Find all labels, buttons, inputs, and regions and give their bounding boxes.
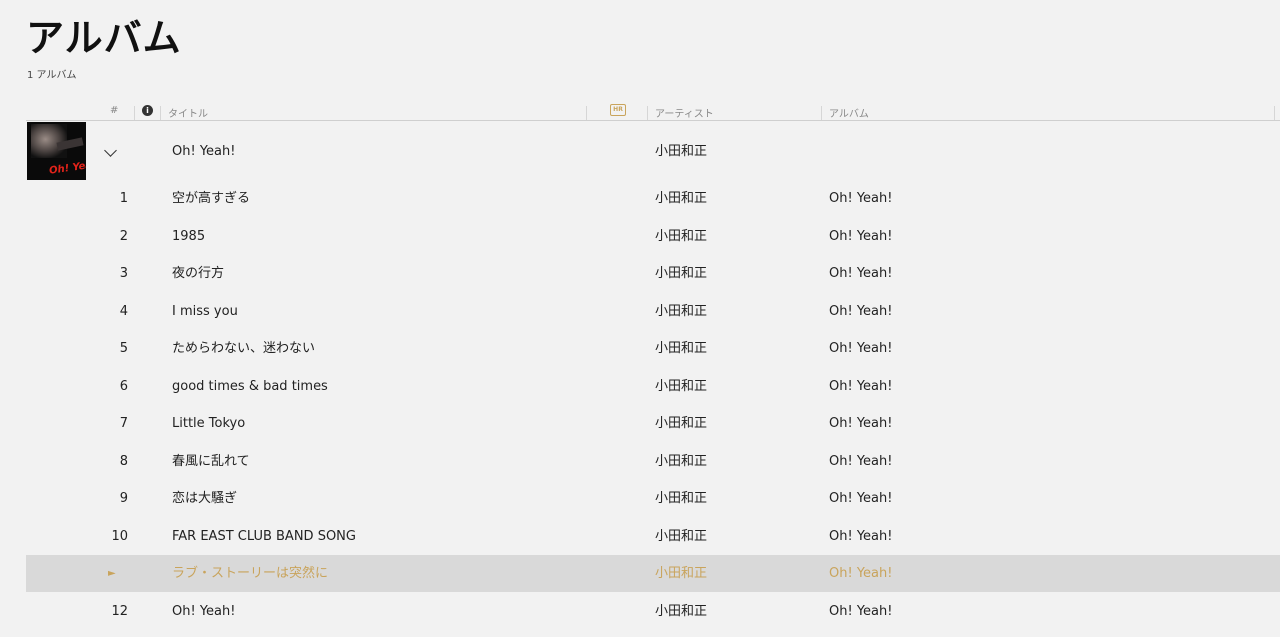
track-artist: 小田和正 [655, 491, 708, 506]
track-number: 7 [119, 416, 128, 431]
table-row[interactable]: 3 夜の行方 小田和正 Oh! Yeah! [26, 255, 1280, 292]
column-divider[interactable] [160, 106, 161, 120]
track-number: 5 [119, 341, 128, 356]
track-album: Oh! Yeah! [829, 341, 893, 356]
track-artist: 小田和正 [655, 604, 708, 619]
chevron-down-icon[interactable] [104, 144, 117, 157]
track-album: Oh! Yeah! [829, 304, 893, 319]
table-row[interactable]: 1 空が高すぎる 小田和正 Oh! Yeah! [26, 180, 1280, 217]
track-artist: 小田和正 [655, 229, 708, 244]
track-album: Oh! Yeah! [829, 454, 893, 469]
track-number: 3 [119, 266, 128, 281]
track-album: Oh! Yeah! [829, 379, 893, 394]
track-title: 恋は大騒ぎ [172, 491, 238, 506]
track-album: Oh! Yeah! [829, 491, 893, 506]
track-artist: 小田和正 [655, 416, 708, 431]
column-divider[interactable] [821, 106, 822, 120]
track-album: Oh! Yeah! [829, 416, 893, 431]
column-divider[interactable] [134, 106, 135, 120]
play-indicator-icon: ► [108, 568, 116, 579]
track-number: 9 [119, 491, 128, 506]
table-row[interactable]: 5 ためらわない、迷わない 小田和正 Oh! Yeah! [26, 330, 1280, 367]
track-title: 空が高すぎる [172, 191, 251, 206]
table-row[interactable]: 10 FAR EAST CLUB BAND SONG 小田和正 Oh! Yeah! [26, 518, 1280, 555]
track-artist: 小田和正 [655, 529, 708, 544]
column-divider[interactable] [1274, 106, 1275, 120]
column-divider[interactable] [586, 106, 587, 120]
column-divider[interactable] [647, 106, 648, 120]
track-title: I miss you [172, 304, 238, 319]
track-number: 6 [119, 379, 128, 394]
track-album: Oh! Yeah! [829, 229, 893, 244]
table-row[interactable]: 4 I miss you 小田和正 Oh! Yeah! [26, 293, 1280, 330]
track-artist: 小田和正 [655, 304, 708, 319]
track-title: 夜の行方 [172, 266, 225, 281]
column-header-artist[interactable]: アーティスト [655, 105, 714, 120]
album-count: 1 アルバム [27, 70, 77, 81]
track-title: ためらわない、迷わない [172, 341, 316, 356]
track-album: Oh! Yeah! [829, 266, 893, 281]
track-artist: 小田和正 [655, 191, 708, 206]
page-title: アルバム [26, 16, 182, 60]
info-icon[interactable]: i [142, 105, 153, 116]
track-artist: 小田和正 [655, 566, 708, 581]
track-number: 4 [119, 304, 128, 319]
track-number: 12 [111, 604, 128, 619]
table-row-now-playing[interactable]: ► ラブ・ストーリーは突然に 小田和正 Oh! Yeah! [26, 555, 1280, 592]
table-row[interactable]: 7 Little Tokyo 小田和正 Oh! Yeah! [26, 405, 1280, 442]
track-title: good times & bad times [172, 379, 328, 394]
track-artist: 小田和正 [655, 379, 708, 394]
track-title: Oh! Yeah! [172, 604, 236, 619]
album-group-title: Oh! Yeah! [172, 144, 236, 159]
table-row[interactable]: 6 good times & bad times 小田和正 Oh! Yeah! [26, 368, 1280, 405]
track-title: FAR EAST CLUB BAND SONG [172, 529, 356, 544]
track-title: 1985 [172, 229, 206, 244]
track-number: 2 [119, 229, 128, 244]
track-album: Oh! Yeah! [829, 604, 893, 619]
hi-res-icon[interactable]: HR [610, 104, 626, 116]
album-group-row[interactable]: Oh! Yeah! 小田和正 [26, 132, 1280, 172]
table-row[interactable]: 8 春風に乱れて 小田和正 Oh! Yeah! [26, 443, 1280, 480]
track-artist: 小田和正 [655, 454, 708, 469]
column-header-album[interactable]: アルバム [829, 105, 869, 120]
column-header-title[interactable]: タイトル [168, 105, 208, 120]
track-number: 8 [119, 454, 128, 469]
track-number: 10 [111, 529, 128, 544]
track-album: Oh! Yeah! [829, 191, 893, 206]
table-row[interactable]: 9 恋は大騒ぎ 小田和正 Oh! Yeah! [26, 480, 1280, 517]
track-number: 1 [119, 191, 128, 206]
track-album: Oh! Yeah! [829, 566, 893, 581]
track-title: 春風に乱れて [172, 454, 250, 469]
track-artist: 小田和正 [655, 266, 708, 281]
column-header-row: # i タイトル HR アーティスト アルバム [26, 102, 1280, 121]
track-title: ラブ・ストーリーは突然に [172, 566, 329, 581]
table-row[interactable]: 2 1985 小田和正 Oh! Yeah! [26, 218, 1280, 255]
track-album: Oh! Yeah! [829, 529, 893, 544]
track-title: Little Tokyo [172, 416, 246, 431]
album-group-artist: 小田和正 [655, 144, 708, 159]
column-header-number[interactable]: # [110, 105, 118, 116]
track-artist: 小田和正 [655, 341, 708, 356]
music-library-page: アルバム 1 アルバム # i タイトル HR アーティスト アルバム Oh! … [0, 0, 1280, 637]
table-row[interactable]: 12 Oh! Yeah! 小田和正 Oh! Yeah! [26, 593, 1280, 630]
